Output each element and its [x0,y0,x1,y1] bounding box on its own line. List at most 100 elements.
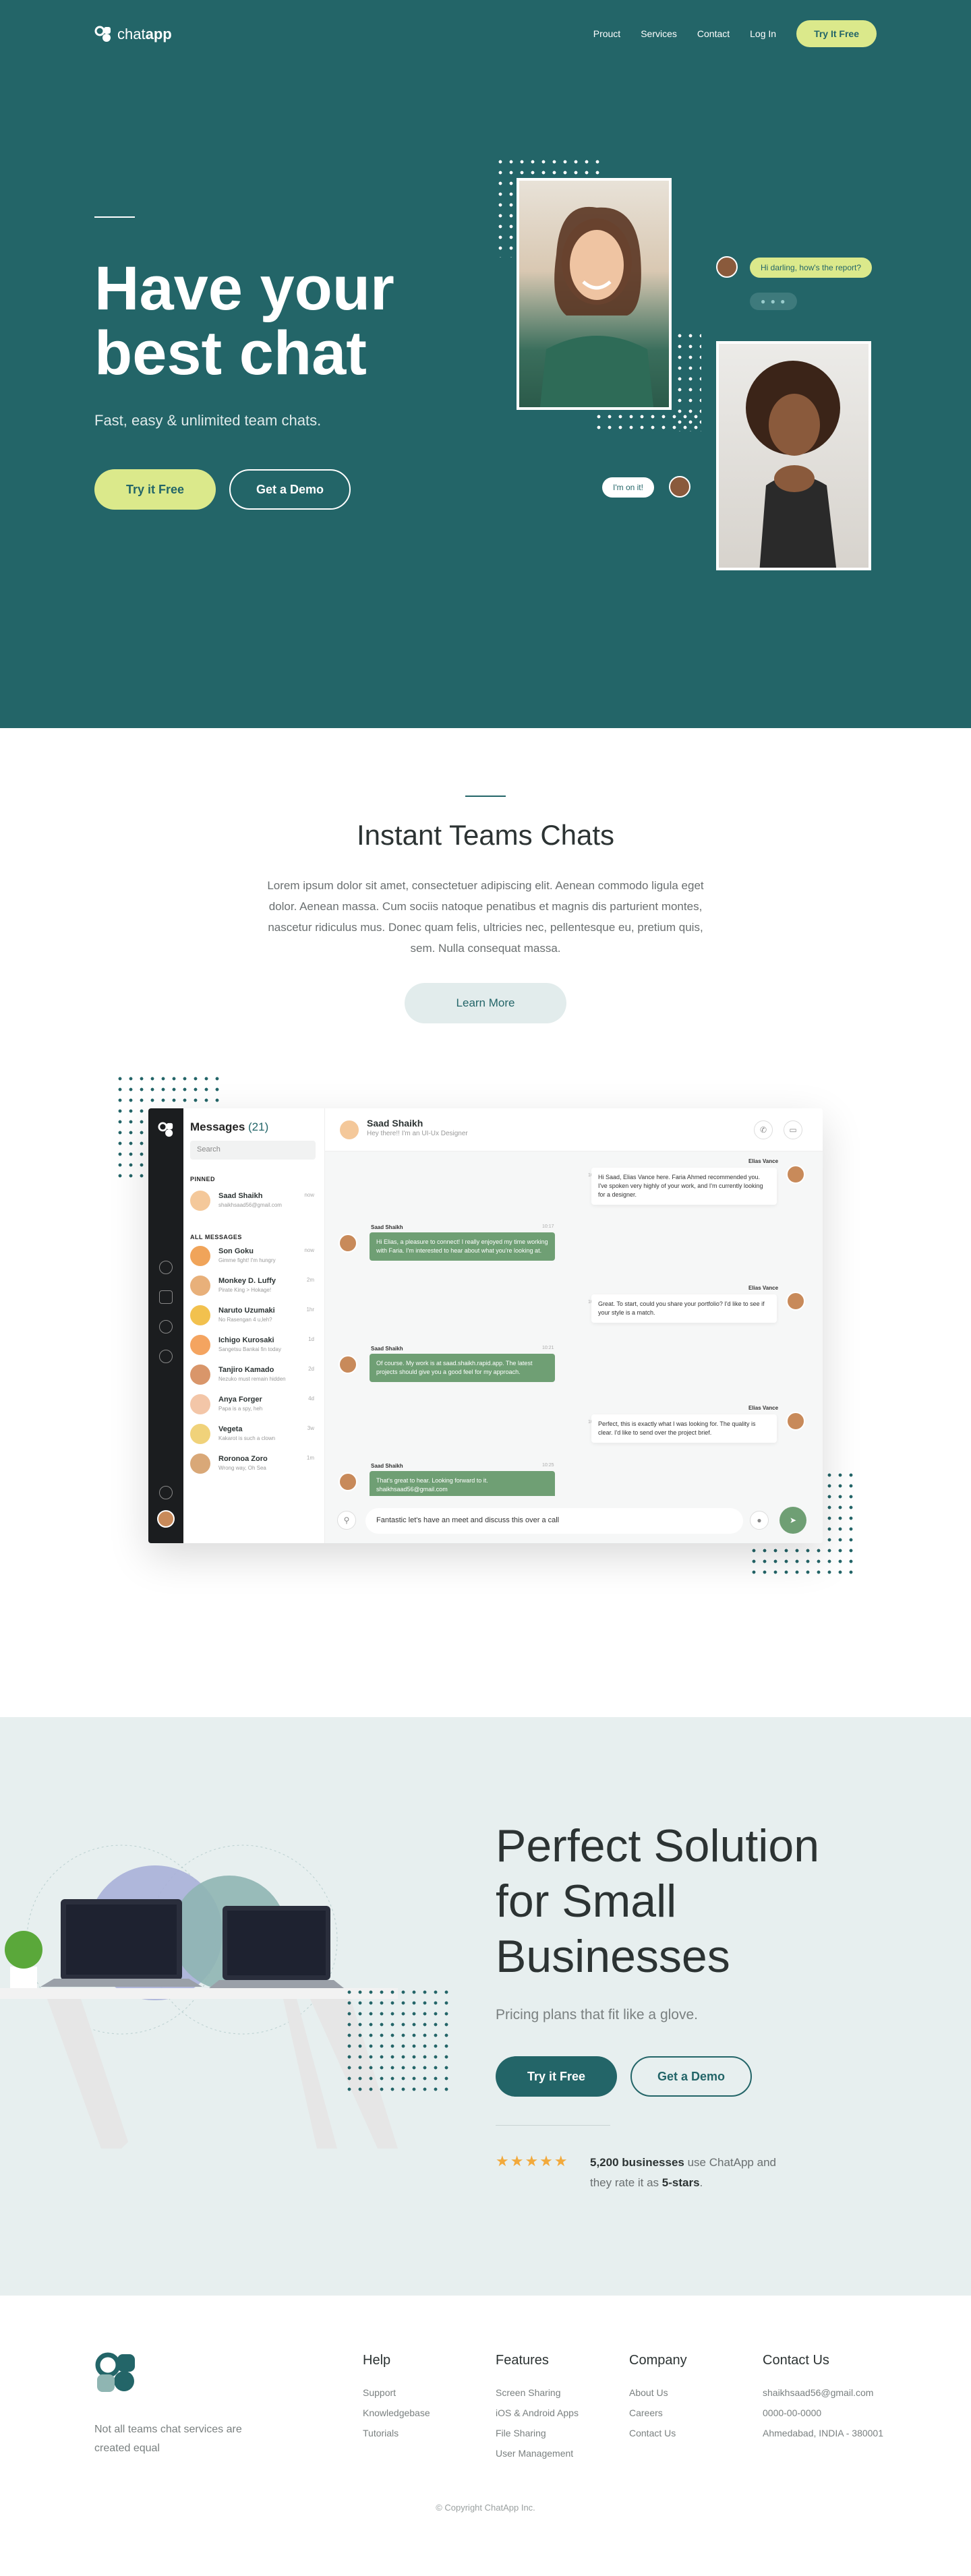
attach-icon[interactable]: ⚲ [337,1511,356,1530]
sender-avatar [339,1472,357,1491]
typing-indicator: ● ● ● [750,293,798,310]
nav-item-login[interactable]: Log In [750,28,776,39]
message-incoming: Of course. My work is at saad.shaikh.rap… [370,1354,555,1382]
chat-bubble-top: Hi darling, how's the report? [750,258,873,278]
contact-item[interactable]: Ichigo Kurosaki Sangetsu Bankai fin today… [190,1332,318,1359]
features-title: Instant Teams Chats [356,819,615,851]
brand-name-light: chat [117,26,146,42]
app-logo-icon [158,1122,173,1137]
contact-avatar [190,1276,210,1296]
contact-avatar [190,1424,210,1444]
contact-item[interactable]: Anya Forger Papa is a spy, heh 4d [190,1391,318,1418]
conversation-header: Saad Shaikh Hey there!! I'm an UI-Ux Des… [325,1108,823,1151]
footer-column-title: Features [496,2353,549,2368]
footer-link[interactable]: Ahmedabad, INDIA - 380001 [763,2428,883,2438]
chat-nav-icon[interactable] [159,1261,173,1274]
solution-subtitle: Pricing plans that fit like a glove. [496,2007,698,2023]
contact-preview: Papa is a spy, heh [218,1406,263,1412]
contact-time: 1hr [306,1307,314,1313]
contact-preview: shaikhsaad56@gmail.com [218,1202,282,1208]
woman-portrait-illustration-2 [746,361,840,568]
hero-title-line1: Have your [94,254,394,323]
learn-more-button[interactable]: Learn More [405,983,566,1023]
solution-section: Perfect Solution for Small Businesses Pric… [0,1717,971,2296]
contact-avatar [190,1191,210,1211]
contact-item[interactable]: Son Goku Gimme fight! I'm hungry now [190,1243,318,1270]
footer-link[interactable]: Careers [629,2407,687,2418]
footer-link[interactable]: User Management [496,2448,579,2459]
rocket-nav-icon[interactable] [159,1350,173,1363]
conversation-panel: Saad Shaikh Hey there!! I'm an UI-Ux Des… [325,1108,823,1543]
contact-name: Ichigo Kurosaki [218,1336,274,1344]
chat-bubble-bottom: I'm on it! [602,477,654,498]
contact-time: 1d [308,1336,314,1342]
rating-dot: . [699,2176,703,2189]
nav-item-contact[interactable]: Contact [697,28,730,39]
solution-try-free-button[interactable]: Try it Free [496,2056,617,2097]
hero-try-free-button[interactable]: Try it Free [94,469,216,510]
footer-column-help: Help Support Knowledgebase Tutorials [363,2353,430,2448]
footer-link[interactable]: Tutorials [363,2428,430,2438]
footer-link[interactable]: File Sharing [496,2428,579,2438]
nav-item-product[interactable]: Prouct [593,28,620,39]
hero-title-line2: best chat [94,319,367,388]
footer-link[interactable]: Support [363,2387,430,2398]
footer-link[interactable]: Contact Us [629,2428,687,2438]
contact-time: 1m [306,1455,314,1461]
phone-nav-icon[interactable] [159,1290,173,1304]
footer-link[interactable]: Knowledgebase [363,2407,430,2418]
user-avatar[interactable] [157,1510,175,1528]
footer-link[interactable]: Screen Sharing [496,2387,579,2398]
message-incoming: That's great to hear. Looking forward to… [370,1471,555,1499]
solution-get-demo-button[interactable]: Get a Demo [630,2056,752,2097]
rating-text: 5,200 businesses use ChatApp and they ra… [590,2153,792,2193]
footer-link[interactable]: 0000-00-0000 [763,2407,883,2418]
features-accent-line [465,796,506,797]
contact-item[interactable]: Roronoa Zoro Wrong way, Oh Sea 1m [190,1451,318,1478]
contact-avatar [190,1305,210,1325]
contact-time: 4d [308,1396,314,1402]
video-icon[interactable]: ▭ [784,1120,802,1139]
contact-item[interactable]: Naruto Uzumaki No Rasengan 4 u,leh? 1hr [190,1302,318,1329]
contact-name: Vegeta [218,1425,243,1433]
contact-time: 2m [306,1277,314,1283]
footer-column-title: Company [629,2353,687,2368]
footer-link[interactable]: About Us [629,2387,687,2398]
solution-title-l1: Perfect Solution [496,1820,820,1871]
send-icon[interactable]: ➤ [779,1507,806,1534]
hero-section: chatapp Prouct Services Contact Log In T… [0,0,971,728]
contact-item[interactable]: Tanjiro Kamado Nezuko must remain hidden 2… [190,1362,318,1389]
footer-link[interactable]: shaikhsaad56@gmail.com [763,2387,883,2398]
contact-name: Monkey D. Luffy [218,1277,276,1285]
contact-time: 2d [308,1366,314,1372]
mic-icon[interactable]: ● [750,1511,769,1530]
contact-item[interactable]: Vegeta Kakarot is such a clown 3w [190,1421,318,1448]
rating-end: 5-stars [661,2176,700,2189]
contact-name: Son Goku [218,1247,254,1255]
chat-app-mockup: Messages (21) Search PINNED Saad Shaikh … [148,1108,823,1543]
contact-preview: Kakarot is such a clown [218,1435,276,1441]
contact-preview: Gimme fight! I'm hungry [218,1257,276,1263]
woman-photo-left [517,178,672,410]
pinned-contact[interactable]: Saad Shaikh shaikhsaad56@gmail.com now [190,1188,318,1215]
brand-logo[interactable]: chatapp [94,26,172,43]
nav-item-services[interactable]: Services [641,28,677,39]
messages-label: Messages [190,1120,245,1133]
nav-try-free-button[interactable]: Try It Free [796,20,877,47]
footer-link[interactable]: iOS & Android Apps [496,2407,579,2418]
message-sender: Elias Vance [748,1405,779,1411]
avatar-chat-top [716,256,738,278]
contact-avatar [190,1454,210,1474]
settings-icon[interactable] [159,1486,173,1499]
copyright: © Copyright ChatApp Inc. [436,2503,535,2513]
hero-get-demo-button[interactable]: Get a Demo [229,469,351,510]
avatar-chat-bottom [669,476,690,498]
sender-avatar [786,1165,805,1184]
contact-item[interactable]: Monkey D. Luffy Pirate King > Hokage! 2m [190,1273,318,1300]
contact-name: Naruto Uzumaki [218,1307,275,1315]
messages-search-input[interactable]: Search [190,1141,316,1160]
main-nav: Prouct Services Contact Log In Try It Fr… [593,20,877,47]
message-input[interactable]: Fantastic let's have an meet and discuss… [365,1508,743,1534]
call-icon[interactable]: ✆ [754,1120,773,1139]
contacts-nav-icon[interactable] [159,1320,173,1334]
